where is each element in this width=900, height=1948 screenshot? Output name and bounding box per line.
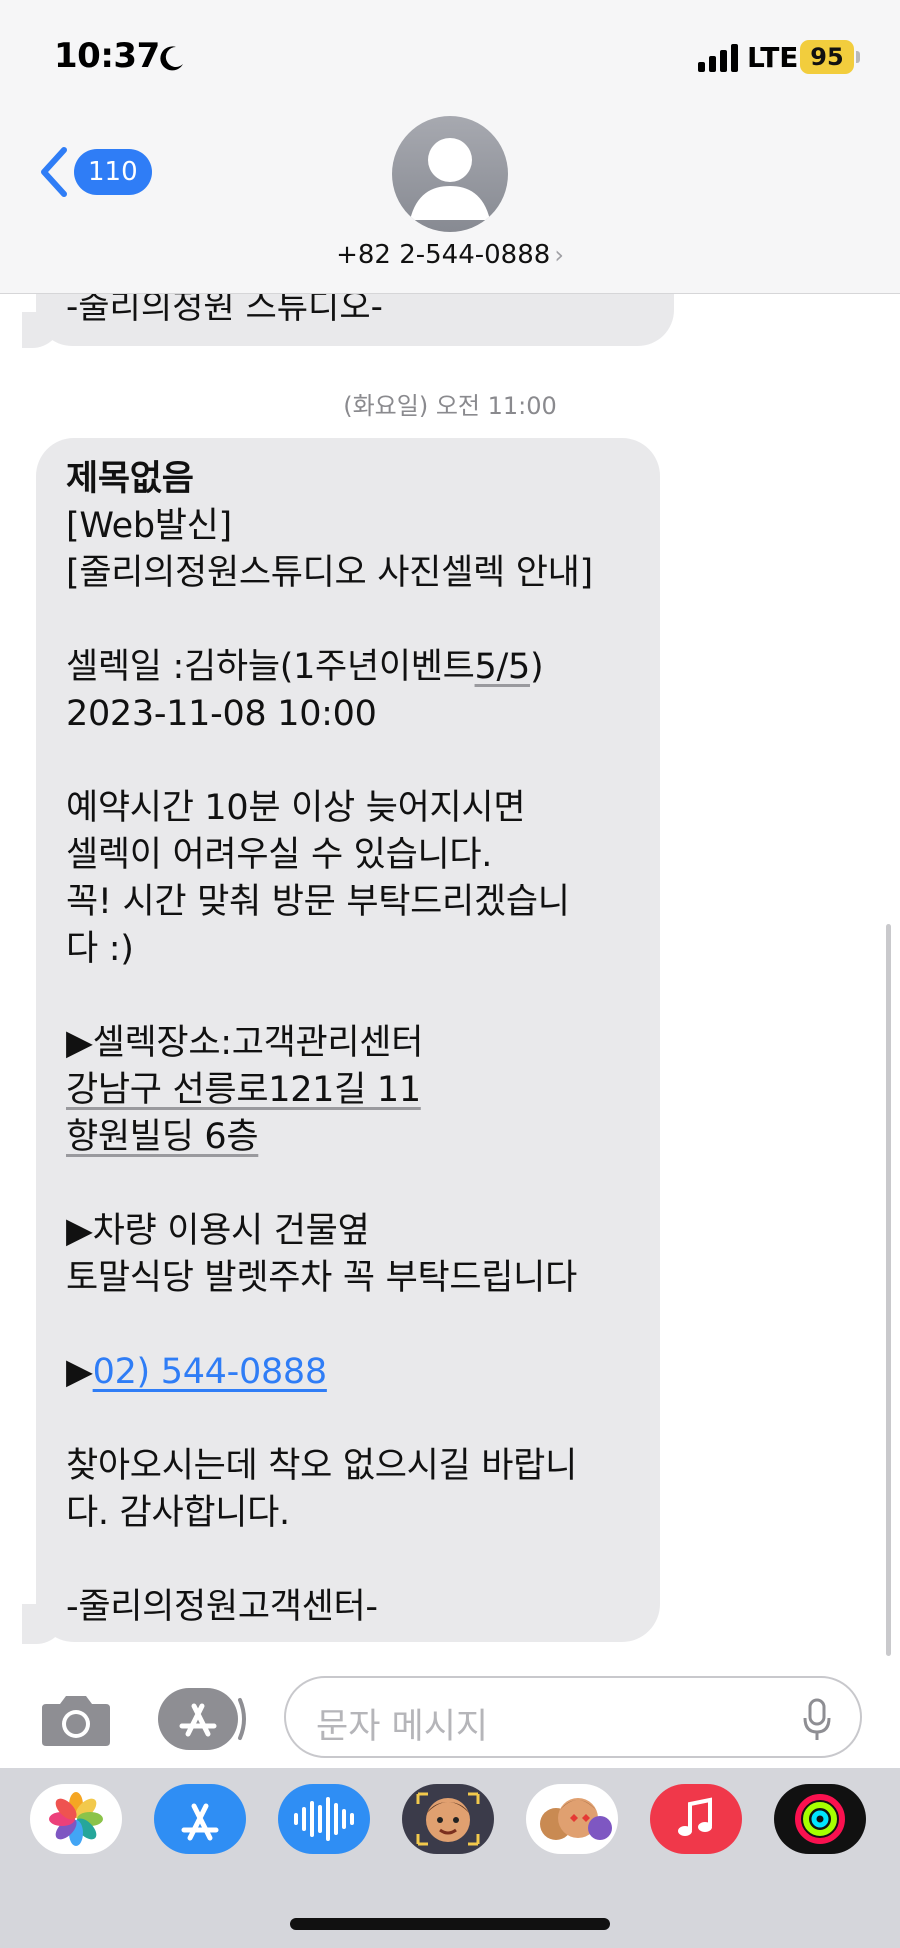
network-type: LTE [747,41,799,74]
home-indicator[interactable] [290,1918,610,1930]
back-button[interactable]: 110 [36,144,152,200]
activity-rings-icon [795,1794,845,1844]
message-bubble[interactable]: 제목없음 [Web발신] [줄리의정원스튜디오 사진셀렉 안내] 셀렉일 :김하… [36,438,660,1642]
app-store-icon[interactable] [158,1688,248,1750]
battery-level: 95 [810,43,844,71]
address-detected-link[interactable]: 강남구 선릉로121길 11 [66,1070,421,1110]
battery-icon: 95 [800,40,860,74]
message-line-date-event[interactable]: 셀렉일 :김하늘(1주년이벤트5/5) [66,644,646,691]
message-title: 제목없음 [66,459,194,499]
message-input[interactable]: 문자 메시지 [284,1676,862,1758]
contact-name: +82 2-544-0888 [336,240,551,270]
message-line: 다. 감사합니다. [66,1493,290,1533]
compose-bar: 문자 메시지 [0,1660,900,1764]
audio-message-app-icon[interactable] [278,1784,370,1854]
person-icon [410,138,490,220]
message-line: 다 :) [66,929,134,969]
contact-avatar[interactable] [392,116,508,232]
conversation-header: 10:37 LTE 95 110 +82 2-544-0888 › [0,0,900,294]
memoji-app-icon[interactable] [402,1784,494,1854]
message-line: 예약시간 10분 이상 늦어지시면 [66,788,526,828]
memoji-stickers-icon [540,1798,612,1840]
message-timestamp: (화요일) 오전 11:00 [343,392,557,420]
message-line: ▶셀렉장소:고객관리센터 [66,1023,424,1063]
animoji-stickers-app-icon[interactable] [526,1784,618,1854]
message-text: ) [529,647,544,687]
photos-icon [49,1792,103,1846]
message-line: 꼭! 시간 맞춰 방문 부탁드리겠습니 [66,882,570,922]
memoji-icon [416,1792,480,1846]
message-line: 셀렉이 어려우실 수 있습니다. [66,835,493,875]
message-signature: -줄리의정원고객센터- [66,1587,378,1627]
contact-name-button[interactable]: +82 2-544-0888 › [0,240,900,270]
message-text: 셀렉일 :김하늘(1주년이벤트 [66,647,475,687]
photos-app-icon[interactable] [30,1784,122,1854]
message-line: ▶차량 이용시 건물옆 [66,1211,370,1251]
camera-icon[interactable] [40,1690,112,1748]
message-line: 찾아오시는데 착오 없으시길 바랍니 [66,1446,577,1486]
arrow-marker: ▶ [66,1352,93,1392]
scroll-indicator[interactable] [886,924,891,1656]
chevron-left-icon [41,147,67,197]
message-input-placeholder: 문자 메시지 [316,1707,489,1747]
microphone-icon[interactable] [802,1698,832,1742]
date-detected-link[interactable]: 5/5 [475,647,531,687]
message-line: 토말식당 발렛주차 꼭 부탁드립니다 [66,1258,577,1298]
app-store-app-icon[interactable] [154,1784,246,1854]
activity-app-icon[interactable] [774,1784,866,1854]
status-bar: 10:37 LTE 95 [0,0,900,110]
message-line: 2023-11-08 10:00 [66,694,377,734]
chevron-right-icon: › [554,241,564,269]
cellular-signal-icon [698,44,738,72]
message-line: [줄리의정원스튜디오 사진셀렉 안내] [66,553,593,593]
message-line: [Web발신] [66,506,232,546]
music-app-icon[interactable] [650,1784,742,1854]
music-note-icon [678,1797,712,1836]
message-content: 제목없음 [Web발신] [줄리의정원스튜디오 사진셀렉 안내] 셀렉일 :김하… [66,456,646,1631]
unread-count-badge: 110 [74,149,152,195]
status-time: 10:37 [54,36,160,76]
app-store-icon [181,1803,219,1841]
moon-icon [160,46,183,71]
address-detected-link[interactable]: 향원빌딩 6층 [66,1117,259,1157]
phone-number-link[interactable]: 02) 544-0888 [93,1352,328,1392]
waveform-icon [294,1797,354,1841]
